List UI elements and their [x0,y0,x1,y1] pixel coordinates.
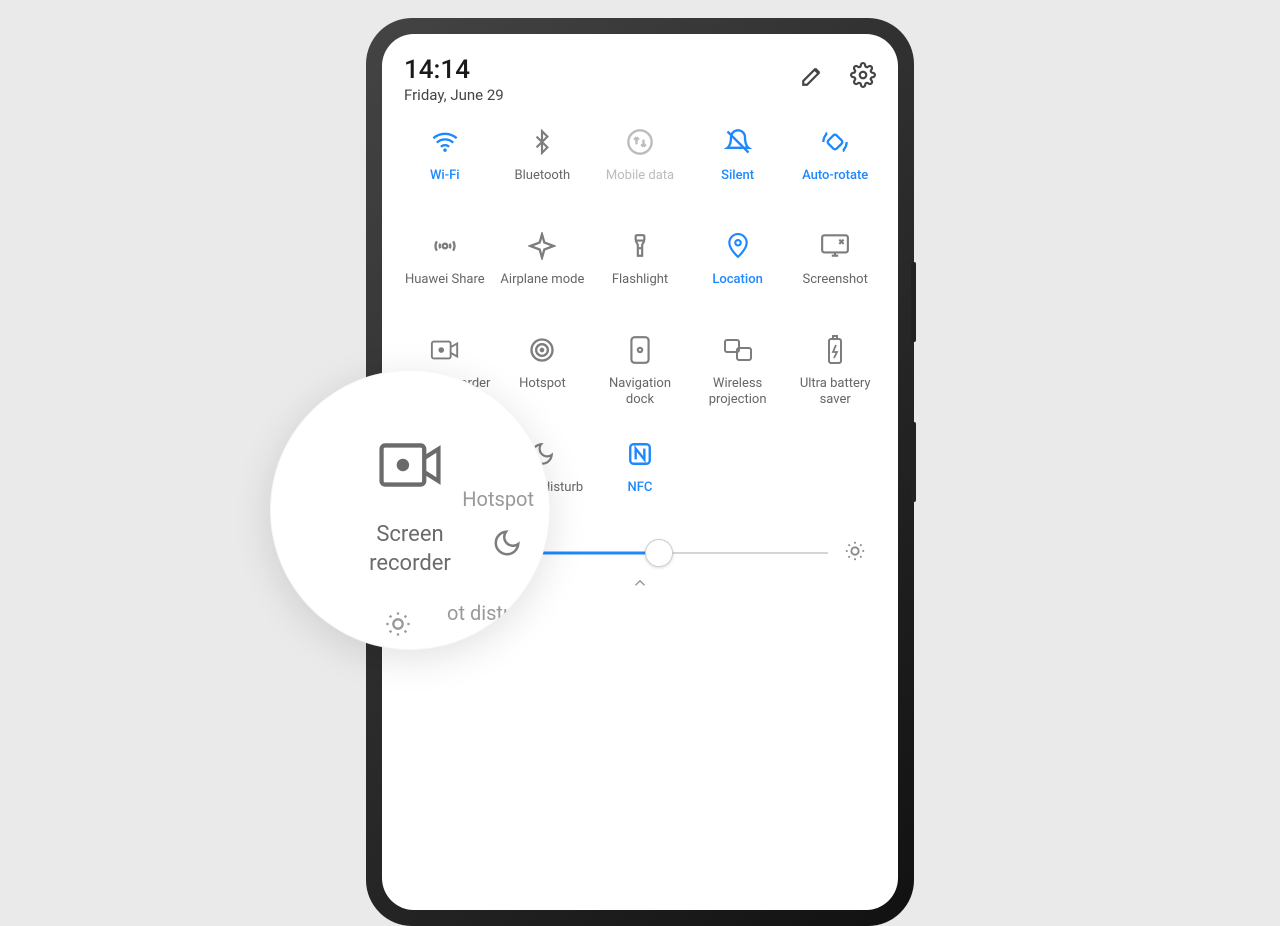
settings-gear-icon[interactable] [850,62,876,88]
auto-rotate-icon [819,126,851,158]
nav-dock-icon [624,334,656,366]
wireless-proj-icon [722,334,754,366]
dnd-icon [492,528,522,562]
qs-tile-label: NFC [628,480,653,496]
clock-date: Friday, June 29 [404,86,504,104]
qs-tile-nfc[interactable]: NFC [591,438,689,518]
qs-tile-hotspot[interactable]: Hotspot [494,334,592,414]
silent-icon [722,126,754,158]
screen-recorder-icon [429,334,461,366]
wifi-icon [429,126,461,158]
mobile-data-icon [624,126,656,158]
airplane-icon [526,230,558,262]
qs-tile-flashlight[interactable]: Flashlight [591,230,689,310]
huawei-share-icon [429,230,461,262]
location-icon [722,230,754,262]
qs-tile-label: Bluetooth [515,168,571,184]
brightness-thumb[interactable] [645,539,673,567]
clock-time: 14:14 [404,56,504,85]
qs-tile-wireless-proj[interactable]: Wireless projection [689,334,787,414]
phone-side-button [911,422,916,502]
phone-side-button [911,262,916,342]
clock-block: 14:14 Friday, June 29 [404,56,504,104]
qs-tile-label: Flashlight [612,272,668,288]
qs-tile-mobile-data[interactable]: Mobile data [591,126,689,206]
qs-tile-label: Huawei Share [405,272,485,288]
zoom-callout: Hotspot ot disturb Screenrecorder [270,370,550,650]
qs-tile-silent[interactable]: Silent [689,126,787,206]
qs-tile-screenshot[interactable]: Screenshot [786,230,884,310]
qs-tile-label: Airplane mode [500,272,584,288]
screen-recorder-icon [378,441,442,493]
qs-tile-label: Silent [721,168,754,184]
qs-tile-label: Auto-rotate [802,168,868,184]
callout-side-hotspot: Hotspot [462,486,534,512]
battery-saver-icon [819,334,851,366]
callout-side-dnd: ot disturb [447,600,532,626]
edit-icon[interactable] [800,62,826,88]
brightness-auto-icon [384,610,412,642]
qs-tile-label: Ultra battery saver [789,376,881,409]
bluetooth-icon [526,126,558,158]
qs-tile-location[interactable]: Location [689,230,787,310]
qs-tile-airplane[interactable]: Airplane mode [494,230,592,310]
screenshot-icon [819,230,851,262]
qs-tile-label: Navigation dock [594,376,686,409]
qs-tile-label: Wi-Fi [430,168,460,184]
hotspot-icon [526,334,558,366]
nfc-icon [624,438,656,470]
qs-tile-label: Hotspot [519,376,566,392]
qs-tile-wifi[interactable]: Wi-Fi [396,126,494,206]
qs-tile-label: Wireless projection [692,376,784,409]
qs-tile-bluetooth[interactable]: Bluetooth [494,126,592,206]
qs-tile-label: Mobile data [606,168,674,184]
qs-tile-label: Screenshot [803,272,868,288]
qs-tile-empty [689,438,787,518]
qs-tile-label: Location [712,272,762,288]
qs-tile-auto-rotate[interactable]: Auto-rotate [786,126,884,206]
qs-tile-empty [786,438,884,518]
qs-tile-huawei-share[interactable]: Huawei Share [396,230,494,310]
qs-tile-battery-saver[interactable]: Ultra battery saver [786,334,884,414]
brightness-high-icon [844,540,866,566]
flashlight-icon [624,230,656,262]
callout-main-label: Screenrecorder [369,521,451,578]
qs-tile-nav-dock[interactable]: Navigation dock [591,334,689,414]
